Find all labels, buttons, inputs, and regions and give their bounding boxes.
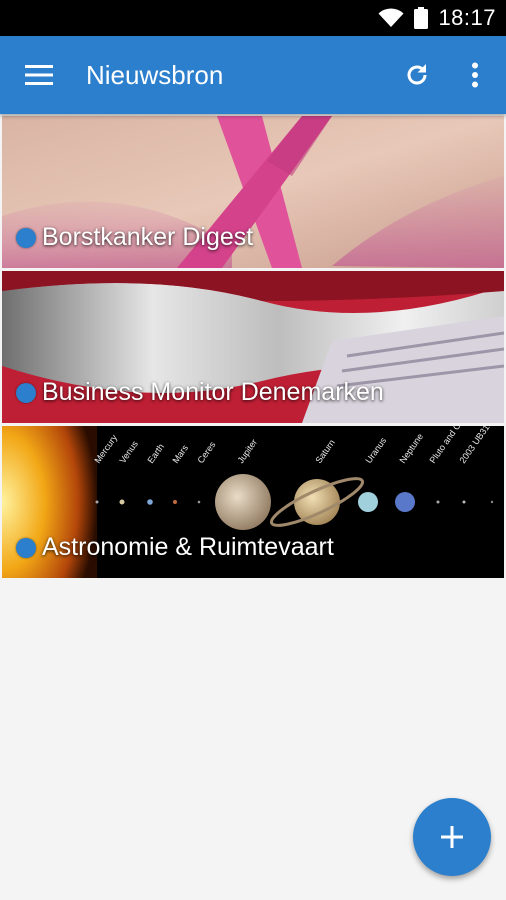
feed-title: Business Monitor Denemarken: [42, 378, 384, 406]
status-time: 18:17: [438, 5, 496, 30]
more-vert-icon[interactable]: [458, 56, 492, 94]
battery-icon: [414, 7, 429, 29]
feed-list: Borstkanker Digest Business Monitor Dene…: [2, 116, 504, 581]
feed-card-astronomie[interactable]: Mercury Venus Earth Mars Ceres Jupiter S…: [2, 426, 504, 578]
app-bar: Nieuwsbron: [0, 36, 506, 114]
feed-title: Borstkanker Digest: [42, 223, 254, 251]
unread-indicator: [16, 227, 36, 248]
unread-indicator: [16, 537, 36, 558]
add-feed-button[interactable]: [413, 798, 491, 876]
menu-icon[interactable]: [20, 58, 58, 92]
feed-label: Borstkanker Digest: [16, 223, 253, 252]
feed-title: Astronomie & Ruimtevaart: [42, 533, 334, 561]
status-bar: 18:17: [0, 0, 506, 36]
app-title: Nieuwsbron: [86, 60, 224, 90]
feed-card-business-monitor[interactable]: Business Monitor Denemarken: [2, 271, 504, 423]
feed-label: Astronomie & Ruimtevaart: [16, 533, 334, 562]
unread-indicator: [16, 382, 36, 403]
plus-icon: [441, 826, 463, 848]
wifi-icon: [378, 8, 404, 28]
feed-label: Business Monitor Denemarken: [16, 378, 384, 407]
refresh-icon[interactable]: [398, 56, 436, 94]
feed-card-borstkanker[interactable]: Borstkanker Digest: [2, 116, 504, 268]
